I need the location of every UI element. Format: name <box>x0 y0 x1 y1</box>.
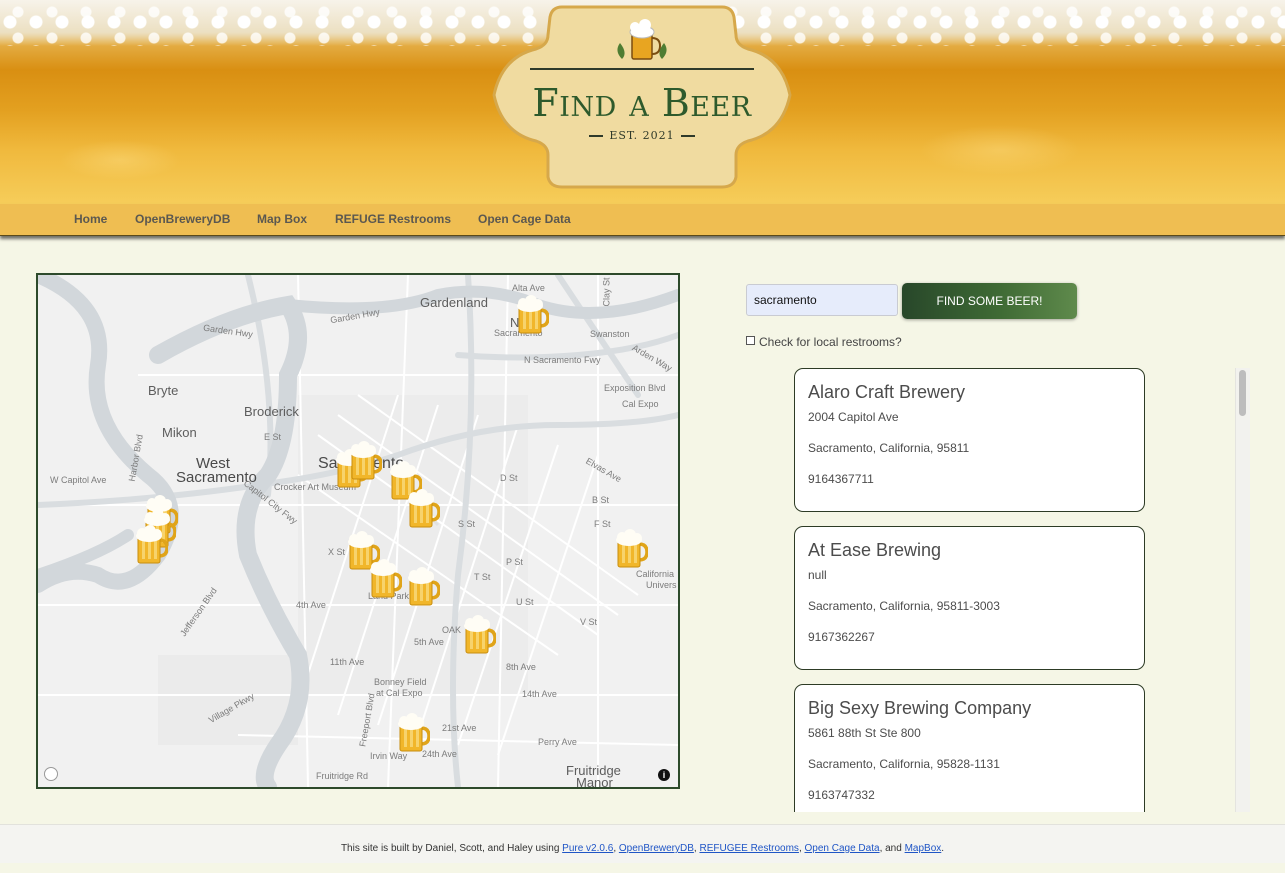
beer-mug-icon[interactable] <box>134 525 168 565</box>
map-label: 5th Ave <box>414 637 444 647</box>
brewery-street: null <box>808 568 827 582</box>
brewery-card[interactable]: At Ease Brewing null Sacramento, Califor… <box>794 526 1145 670</box>
map-label: at Cal Expo <box>376 688 423 698</box>
brewery-street: 5861 88th St Ste 800 <box>808 726 921 740</box>
beer-mug-icon[interactable] <box>368 559 402 599</box>
map-label: V St <box>580 617 598 627</box>
nav-openbrewerydb[interactable]: OpenBreweryDB <box>135 212 230 226</box>
map-label: Clay St <box>601 277 612 307</box>
map-label: Perry Ave <box>538 737 577 747</box>
mapbox-logo-icon[interactable] <box>44 767 58 781</box>
brewery-city: Sacramento, California, 95811-3003 <box>808 599 1000 613</box>
logo-est: EST. 2021 <box>492 129 792 142</box>
map-label: 21st Ave <box>442 723 477 733</box>
nav-mapbox[interactable]: Map Box <box>257 212 307 226</box>
map-label: N Sacramento Fwy <box>524 355 601 365</box>
brewery-map[interactable]: Gardenland Alta Ave Clay St Garden Hwy G… <box>36 273 680 789</box>
beer-mug-icon[interactable] <box>406 489 440 529</box>
search-input[interactable] <box>746 284 898 316</box>
map-label: Fruitridge Rd <box>316 771 369 781</box>
brewery-card[interactable]: Big Sexy Brewing Company 5861 88th St St… <box>794 684 1145 812</box>
brewery-name: At Ease Brewing <box>808 540 942 560</box>
map-label: B St <box>592 495 610 505</box>
brewery-name: Big Sexy Brewing Company <box>808 698 1032 718</box>
map-label: OAK <box>442 625 462 635</box>
footer-sep: , and <box>879 843 905 854</box>
map-label: Bonney Field <box>374 677 427 687</box>
logo-badge[interactable]: Find a Beer EST. 2021 <box>492 5 792 189</box>
map-label: Broderick <box>244 404 299 419</box>
map-label: F St <box>594 519 611 529</box>
brewery-phone: 9164367711 <box>808 472 874 486</box>
brewery-card[interactable]: Alaro Craft Brewery 2004 Capitol Ave Sac… <box>794 368 1145 512</box>
brewery-city: Sacramento, California, 95811 <box>808 441 970 455</box>
brewery-name: Alaro Craft Brewery <box>808 382 966 402</box>
footer-link-pure[interactable]: Pure v2.0.6 <box>562 843 613 854</box>
brewery-results-list[interactable]: Alaro Craft Brewery 2004 Capitol Ave Sac… <box>794 368 1154 812</box>
beer-mug-icon[interactable] <box>515 295 549 335</box>
results-scrollbar[interactable] <box>1235 368 1250 812</box>
brewery-street: 2004 Capitol Ave <box>808 410 899 424</box>
map-label: Bryte <box>148 383 179 398</box>
map-label: Mikon <box>162 425 197 440</box>
brewery-phone: 9163747332 <box>808 788 875 802</box>
map-label: Exposition Blvd <box>604 383 666 393</box>
map-label: Swanston <box>590 329 630 339</box>
beer-mug-icon[interactable] <box>406 567 440 607</box>
map-label: D St <box>500 473 518 483</box>
map-label: X St <box>328 547 346 557</box>
map-label: S St <box>458 519 476 529</box>
top-nav: Home OpenBreweryDB Map Box REFUGE Restro… <box>0 204 1285 236</box>
header-banner: Find a Beer EST. 2021 <box>0 0 1285 204</box>
footer: This site is built by Daniel, Scott, and… <box>0 824 1285 863</box>
restroom-checkbox-label: Check for local restrooms? <box>759 335 902 349</box>
map-label: E St <box>264 432 282 442</box>
map-label: U St <box>516 597 534 607</box>
map-label: California <box>636 569 675 579</box>
map-label: Alta Ave <box>512 283 545 293</box>
footer-text: This site is built by Daniel, Scott, and… <box>340 843 563 854</box>
map-label: Manor <box>576 775 613 789</box>
nav-refuge-restrooms[interactable]: REFUGE Restrooms <box>335 212 451 226</box>
map-label: 4th Ave <box>296 600 326 610</box>
brewery-phone: 9167362267 <box>808 630 875 644</box>
beer-mug-icon[interactable] <box>396 713 430 753</box>
restroom-checkbox[interactable] <box>746 336 755 345</box>
map-label: 14th Ave <box>522 689 557 699</box>
map-label: W Capitol Ave <box>50 475 107 485</box>
beer-mug-icon[interactable] <box>348 441 382 481</box>
footer-link-mapbox[interactable]: MapBox <box>905 843 942 854</box>
beer-mug-icon[interactable] <box>614 529 648 569</box>
nav-open-cage-data[interactable]: Open Cage Data <box>478 212 571 226</box>
logo-title: Find a Beer <box>532 81 752 125</box>
nav-home[interactable]: Home <box>74 212 107 226</box>
map-label: Gardenland <box>420 295 488 310</box>
find-beer-button[interactable]: FIND SOME BEER! <box>902 283 1077 319</box>
map-label: P St <box>506 557 523 567</box>
brewery-city: Sacramento, California, 95828-1131 <box>808 757 1000 771</box>
map-label: T St <box>474 572 491 582</box>
restroom-check-row[interactable]: Check for local restrooms? <box>746 335 902 349</box>
footer-link-open-cage-data[interactable]: Open Cage Data <box>805 843 880 854</box>
footer-link-openbrewerydb[interactable]: OpenBreweryDB <box>619 843 694 854</box>
map-label: Cal Expo <box>622 399 659 409</box>
map-label: 11th Ave <box>330 657 365 667</box>
results-scrollbar-thumb[interactable] <box>1239 370 1246 416</box>
beer-mug-icon[interactable] <box>462 615 496 655</box>
map-label: Univers <box>646 580 677 590</box>
map-label: 8th Ave <box>506 662 536 672</box>
footer-link-refugee-restrooms[interactable]: REFUGEE Restrooms <box>699 843 798 854</box>
info-icon[interactable]: i <box>658 769 670 781</box>
footer-sep: . <box>941 843 945 854</box>
